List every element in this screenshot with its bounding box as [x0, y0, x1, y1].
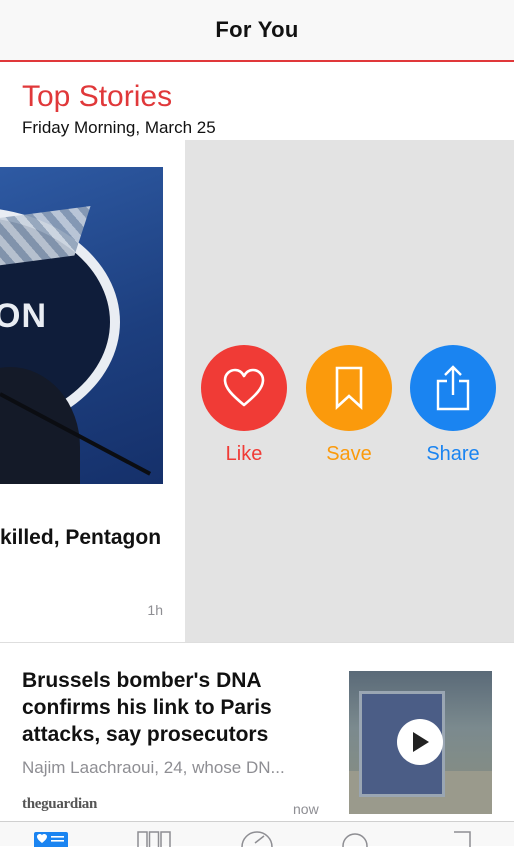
- search-icon: [342, 833, 368, 852]
- share-circle[interactable]: [410, 345, 496, 431]
- story-headline: killed, Pentagon: [0, 526, 162, 549]
- tab-bar: [0, 821, 514, 852]
- share-icon: [436, 365, 470, 411]
- play-button[interactable]: [397, 719, 443, 765]
- navigation-bar: For You: [0, 0, 514, 62]
- favorites-icon: [137, 831, 171, 849]
- heart-icon: [223, 368, 265, 407]
- bookmark-icon: [335, 366, 363, 410]
- section-title: Top Stories: [22, 80, 173, 113]
- story-card-brussels[interactable]: Brussels bomber's DNA confirms his link …: [0, 643, 514, 821]
- section-date: Friday Morning, March 25: [22, 118, 216, 137]
- video-thumbnail[interactable]: [349, 671, 492, 814]
- seal-lettering: ON: [0, 297, 47, 335]
- tab-favorites[interactable]: [137, 830, 171, 852]
- play-icon: [413, 732, 429, 752]
- like-circle[interactable]: [201, 345, 287, 431]
- like-button[interactable]: Like: [201, 345, 287, 466]
- share-label: Share: [426, 443, 480, 465]
- story-headline[interactable]: Brussels bomber's DNA confirms his link …: [22, 667, 322, 748]
- story-excerpt: Najim Laachraoui, 24, whose DN...: [22, 758, 285, 777]
- save-button[interactable]: Save: [306, 345, 392, 466]
- page-title: For You: [215, 17, 299, 42]
- tab-search[interactable]: [340, 830, 374, 852]
- for-you-icon: [34, 832, 68, 849]
- save-label: Save: [326, 443, 372, 465]
- saved-icon: [454, 831, 471, 850]
- explore-icon: [241, 831, 273, 852]
- story-image: ON: [0, 167, 163, 484]
- save-circle[interactable]: [306, 345, 392, 431]
- story-timestamp: 1h: [147, 602, 163, 618]
- tab-for-you[interactable]: [34, 830, 68, 852]
- swipe-actions-panel: Like Save Share: [185, 140, 514, 642]
- share-button[interactable]: Share: [410, 345, 496, 466]
- like-label: Like: [225, 443, 263, 465]
- story-card-top[interactable]: ON killed, Pentagon 1h: [0, 140, 185, 642]
- publisher-logo: theguardian: [22, 796, 98, 812]
- tab-saved[interactable]: [446, 830, 480, 852]
- story-timestamp: now: [293, 801, 319, 817]
- tab-explore[interactable]: [240, 830, 274, 852]
